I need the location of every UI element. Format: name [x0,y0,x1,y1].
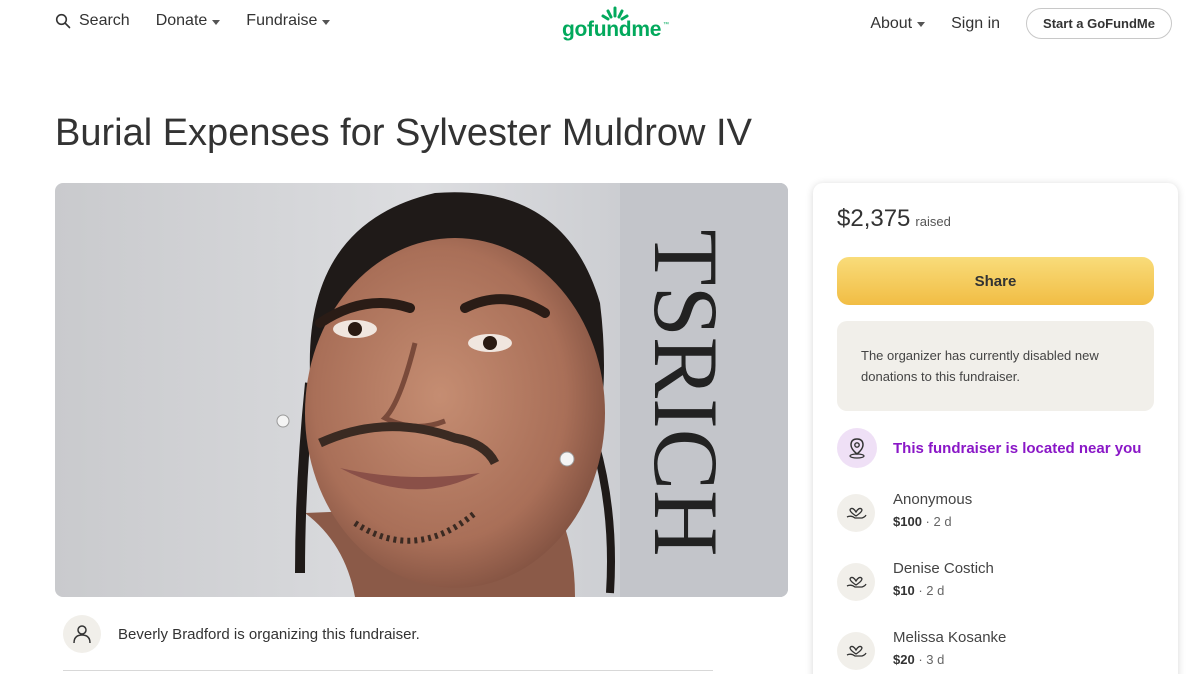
donation-time: 3 d [926,652,945,667]
donation-amount: $20 [893,652,915,667]
donation-time: 2 d [933,514,952,529]
donate-menu[interactable]: Donate [156,12,221,30]
donation-amount: $10 [893,583,915,598]
nav-left: Search Donate Fundraise [55,12,331,30]
about-menu[interactable]: About [870,14,926,33]
organizer-row: Beverly Bradford is organizing this fund… [63,615,420,653]
donations-disabled-notice: The organizer has currently disabled new… [837,321,1154,411]
avatar [63,615,101,653]
search-button[interactable]: Search [55,12,130,30]
chevron-down-icon [917,22,926,27]
nearby-banner: This fundraiser is located near you [837,428,1141,468]
about-label: About [870,14,913,32]
donor-name: Denise Costich [893,560,994,577]
donation-heart-hand-icon [837,494,875,532]
donate-label: Donate [155,12,208,29]
fundraise-menu[interactable]: Fundraise [246,12,331,30]
raised-summary: $2,375 raised [837,205,951,233]
backdrop-sign-text: TSRICH [635,229,737,556]
raised-amount: $2,375 [837,205,911,232]
donation-heart-hand-icon [837,632,875,670]
user-icon [73,625,91,644]
logo-trademark: ™ [663,22,669,28]
sign-in-label: Sign in [951,14,1001,32]
donation-heart-hand-icon [837,563,875,601]
donation-amount: $100 [893,514,922,529]
raised-label: raised [915,214,951,229]
fundraiser-image[interactable]: TSRICH [55,183,788,597]
chevron-down-icon [322,19,331,25]
donation-item: Denise Costich $10 · 2 d [837,560,994,601]
donation-item: Melissa Kosanke $20 · 3 d [837,629,1006,670]
organizer-text: Beverly Bradford is organizing this fund… [118,625,420,643]
divider [63,670,713,671]
donation-time: 2 d [926,583,945,598]
location-pin-icon [837,428,877,468]
share-button[interactable]: Share [837,257,1154,305]
search-label: Search [79,12,130,29]
donation-sidebar: $2,375 raised Share The organizer has cu… [813,183,1178,674]
logo-text: gofundme [562,18,662,41]
nav-right: About Sign in Start a GoFundMe [870,8,1172,39]
nearby-label: This fundraiser is located near you [893,439,1142,457]
chevron-down-icon [212,19,221,25]
search-icon [55,13,71,29]
donation-item: Anonymous $100 · 2 d [837,491,972,532]
fundraise-label: Fundraise [246,12,318,29]
page-title: Burial Expenses for Sylvester Muldrow IV [55,112,752,154]
donor-name: Anonymous [893,491,973,508]
gofundme-logo[interactable]: gofundme ™ [562,5,672,41]
donor-name: Melissa Kosanke [893,629,1007,646]
sign-in-link[interactable]: Sign in [951,15,1000,33]
portrait-photo: TSRICH [55,183,788,597]
top-nav: Search Donate Fundraise gofundme ™ About [0,0,1200,46]
start-gofundme-button[interactable]: Start a GoFundMe [1026,8,1172,39]
